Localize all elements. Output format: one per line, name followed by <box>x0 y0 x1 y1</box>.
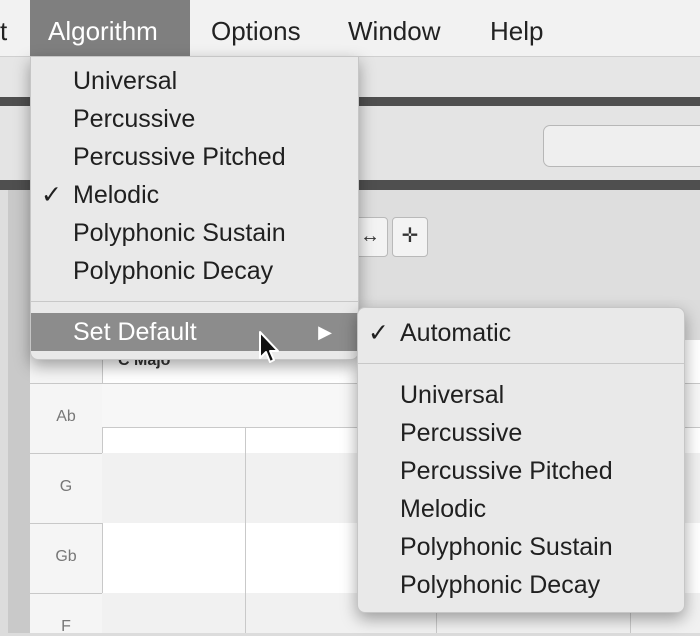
menu-item-label: Universal <box>73 67 178 95</box>
grid-line <box>245 427 246 633</box>
menu-item-label: Polyphonic Sustain <box>73 219 286 247</box>
menu-item-melodic[interactable]: ✓ Melodic <box>31 176 358 214</box>
menu-item-label: Polyphonic Decay <box>73 257 274 285</box>
menu-item-label: Polyphonic Sustain <box>400 533 613 561</box>
menu-item-label: Percussive <box>73 105 196 133</box>
menu-item-set-default[interactable]: Set Default ▶ <box>31 313 358 351</box>
submenu-item-polyphonic-sustain[interactable]: Polyphonic Sustain <box>358 528 684 566</box>
submenu-item-percussive[interactable]: Percussive <box>358 414 684 452</box>
menubar-item-edit-partial[interactable]: t <box>0 0 22 56</box>
menubar-item-algorithm[interactable]: Algorithm <box>30 0 190 56</box>
menu-item-polyphonic-sustain[interactable]: Polyphonic Sustain <box>31 214 358 252</box>
mouse-pointer-icon <box>259 331 279 363</box>
menu-item-polyphonic-decay[interactable]: Polyphonic Decay <box>31 252 358 290</box>
checkmark-icon: ✓ <box>41 181 62 209</box>
menu-item-label: Percussive Pitched <box>73 143 286 171</box>
key-divider <box>30 523 102 524</box>
submenu-arrow-icon: ▶ <box>318 322 332 342</box>
menubar-item-window[interactable]: Window <box>348 0 440 56</box>
crosshair-move-icon[interactable]: ✛ <box>392 217 428 257</box>
menubar-item-help[interactable]: Help <box>490 0 543 56</box>
menu-item-label: Automatic <box>400 319 512 347</box>
menu-item-label: Universal <box>400 381 505 409</box>
submenu-item-automatic[interactable]: ✓ Automatic <box>358 314 684 352</box>
algorithm-menu: Universal Percussive Percussive Pitched … <box>30 56 359 360</box>
menu-item-percussive[interactable]: Percussive <box>31 100 358 138</box>
key-divider <box>30 593 102 594</box>
menu-item-label: Percussive Pitched <box>400 457 613 485</box>
menu-item-label: Melodic <box>73 181 160 209</box>
menu-item-label: Polyphonic Decay <box>400 571 601 599</box>
key-label-gb: Gb <box>55 548 77 565</box>
menu-item-label: Melodic <box>400 495 487 523</box>
menu-item-percussive-pitched[interactable]: Percussive Pitched <box>31 138 358 176</box>
left-scroll-strip <box>8 190 32 633</box>
menubar-item-options[interactable]: Options <box>211 0 301 56</box>
key-label-g: G <box>59 478 73 495</box>
submenu-item-melodic[interactable]: Melodic <box>358 490 684 528</box>
submenu-item-percussive-pitched[interactable]: Percussive Pitched <box>358 452 684 490</box>
piano-keys: Ab G Gb F <box>30 340 103 635</box>
key-divider <box>30 453 102 454</box>
key-label-f: F <box>61 618 71 635</box>
menu-bar: t Algorithm Options Window Help <box>0 0 700 57</box>
menu-item-label: Set Default <box>73 318 197 346</box>
key-label-ab: Ab <box>56 408 76 425</box>
menu-item-universal[interactable]: Universal <box>31 62 358 100</box>
menu-separator <box>31 301 358 302</box>
submenu-item-polyphonic-decay[interactable]: Polyphonic Decay <box>358 566 684 604</box>
search-field[interactable] <box>543 125 700 167</box>
key-divider <box>30 383 102 384</box>
checkmark-icon: ✓ <box>368 319 389 347</box>
menu-separator <box>358 363 684 364</box>
menu-item-label: Percussive <box>400 419 523 447</box>
submenu-item-universal[interactable]: Universal <box>358 376 684 414</box>
set-default-submenu: ✓ Automatic Universal Percussive Percuss… <box>357 307 685 613</box>
